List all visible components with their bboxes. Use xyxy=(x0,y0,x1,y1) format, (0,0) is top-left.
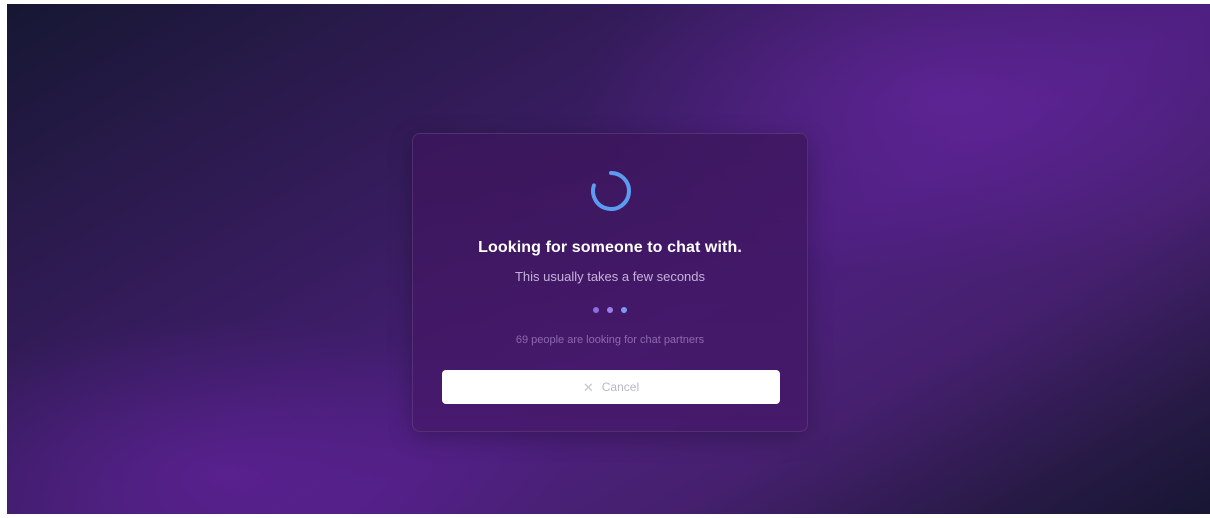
dialog-title: Looking for someone to chat with. xyxy=(478,239,742,256)
dot-1 xyxy=(593,307,599,313)
close-icon: ✕ xyxy=(582,379,594,395)
dot-3 xyxy=(621,307,627,313)
cancel-label: Cancel xyxy=(601,380,640,394)
loading-spinner-icon xyxy=(591,171,631,211)
app-background: Looking for someone to chat with. This u… xyxy=(7,4,1210,514)
searching-count-text: 69 people are looking for chat partners xyxy=(515,334,705,346)
cancel-button[interactable]: ✕ Cancel xyxy=(442,370,780,404)
dialog-subtitle: This usually takes a few seconds xyxy=(514,269,706,284)
dot-2 xyxy=(607,307,613,313)
matching-dialog: Looking for someone to chat with. This u… xyxy=(412,133,808,432)
typing-dots xyxy=(413,307,807,313)
